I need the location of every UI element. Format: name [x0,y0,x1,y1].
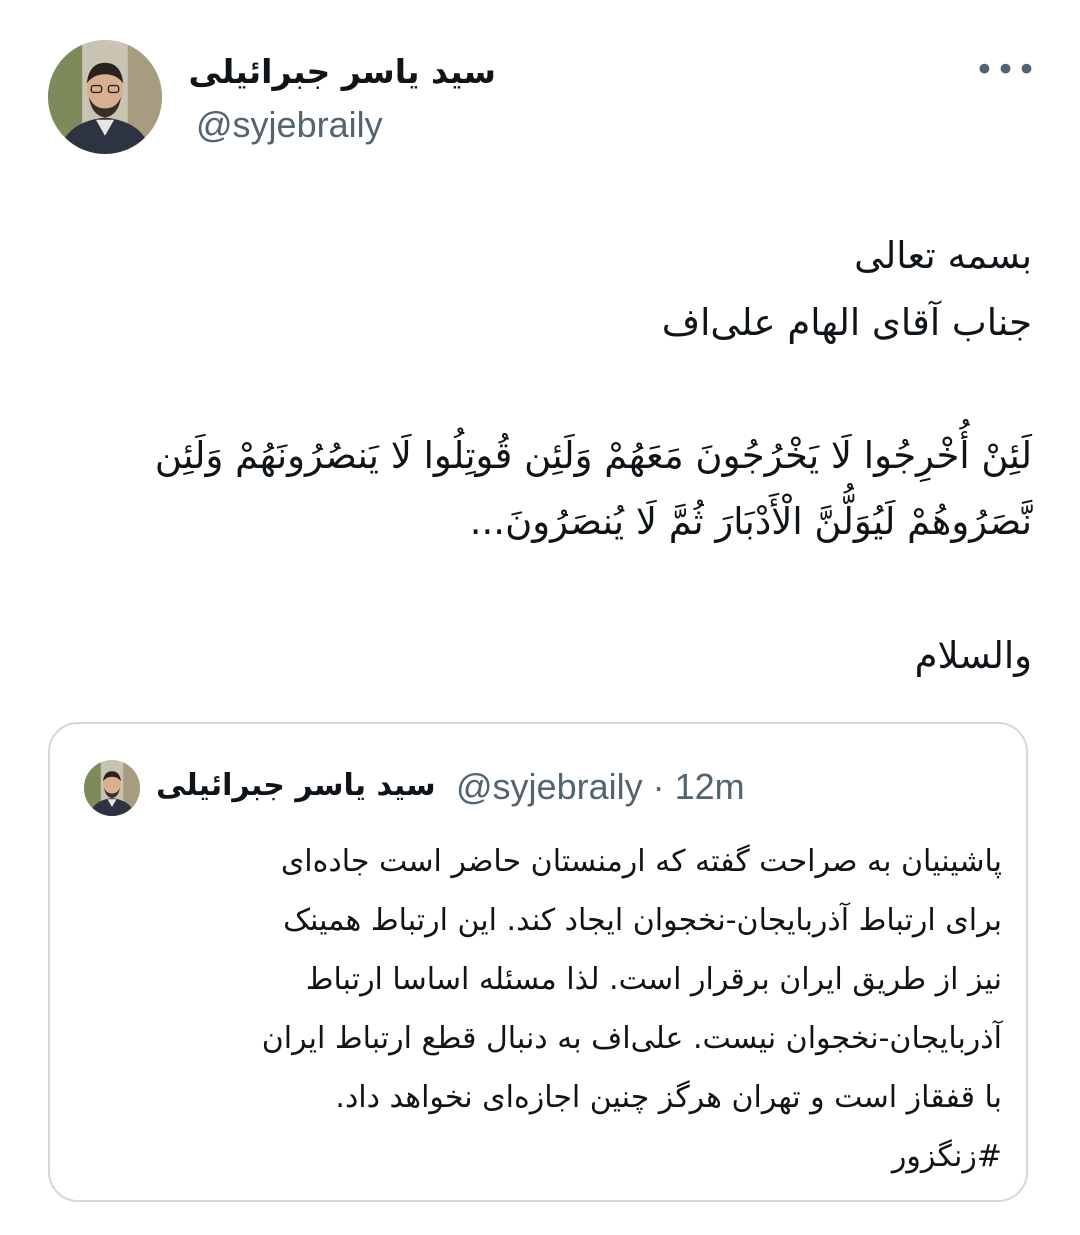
author-handle[interactable]: @syjebraily [196,104,383,146]
more-horizontal-icon: ••• [974,50,1038,90]
quoted-line: پاشینیان به صراحت گفته که ارمنستان حاضر … [280,844,1002,879]
profile-photo-icon [84,760,140,816]
tweet-line: جناب آقای الهام علی‌اف [661,301,1032,344]
author-display-name[interactable]: سید یاسر جبرائیلی [188,52,496,91]
tweet-line: والسلام [914,634,1032,677]
hashtag-link[interactable]: #زنگزور [90,1127,1002,1186]
tweet-line [48,555,1032,622]
quoted-line: نیز از طریق ایران برقرار است. لذا مسئله … [305,962,1002,997]
profile-photo-icon [48,40,162,154]
quoted-tweet-card[interactable]: سید یاسر جبرائیلی @syjebraily · 12m پاشی… [48,722,1028,1202]
quoted-author-avatar [84,760,140,816]
more-options-button[interactable]: ••• [974,50,1036,90]
quoted-tweet-text: پاشینیان به صراحت گفته که ارمنستان حاضر … [90,832,1002,1186]
quoted-author-name: سید یاسر جبرائیلی [156,768,436,803]
quoted-line: آذربایجان-نخجوان نیست. علی‌اف به دنبال ق… [261,1021,1002,1056]
tweet-verse: لَئِنْ أُخْرِجُوا لَا يَخْرُجُونَ مَعَهُ… [154,434,1032,543]
quoted-author-meta: @syjebraily · 12m [456,766,745,807]
author-avatar[interactable] [48,40,162,154]
quoted-line: با قفقاز است و تهران هرگز چنین اجازه‌ای … [335,1080,1002,1115]
tweet-line [48,356,1032,423]
quoted-line: برای ارتباط آذربایجان-نخجوان ایجاد کند. … [283,903,1002,938]
tweet-line: بسمه تعالی [854,234,1032,277]
tweet-text: بسمه تعالی جناب آقای الهام علی‌اف لَئِنْ… [48,222,1032,689]
